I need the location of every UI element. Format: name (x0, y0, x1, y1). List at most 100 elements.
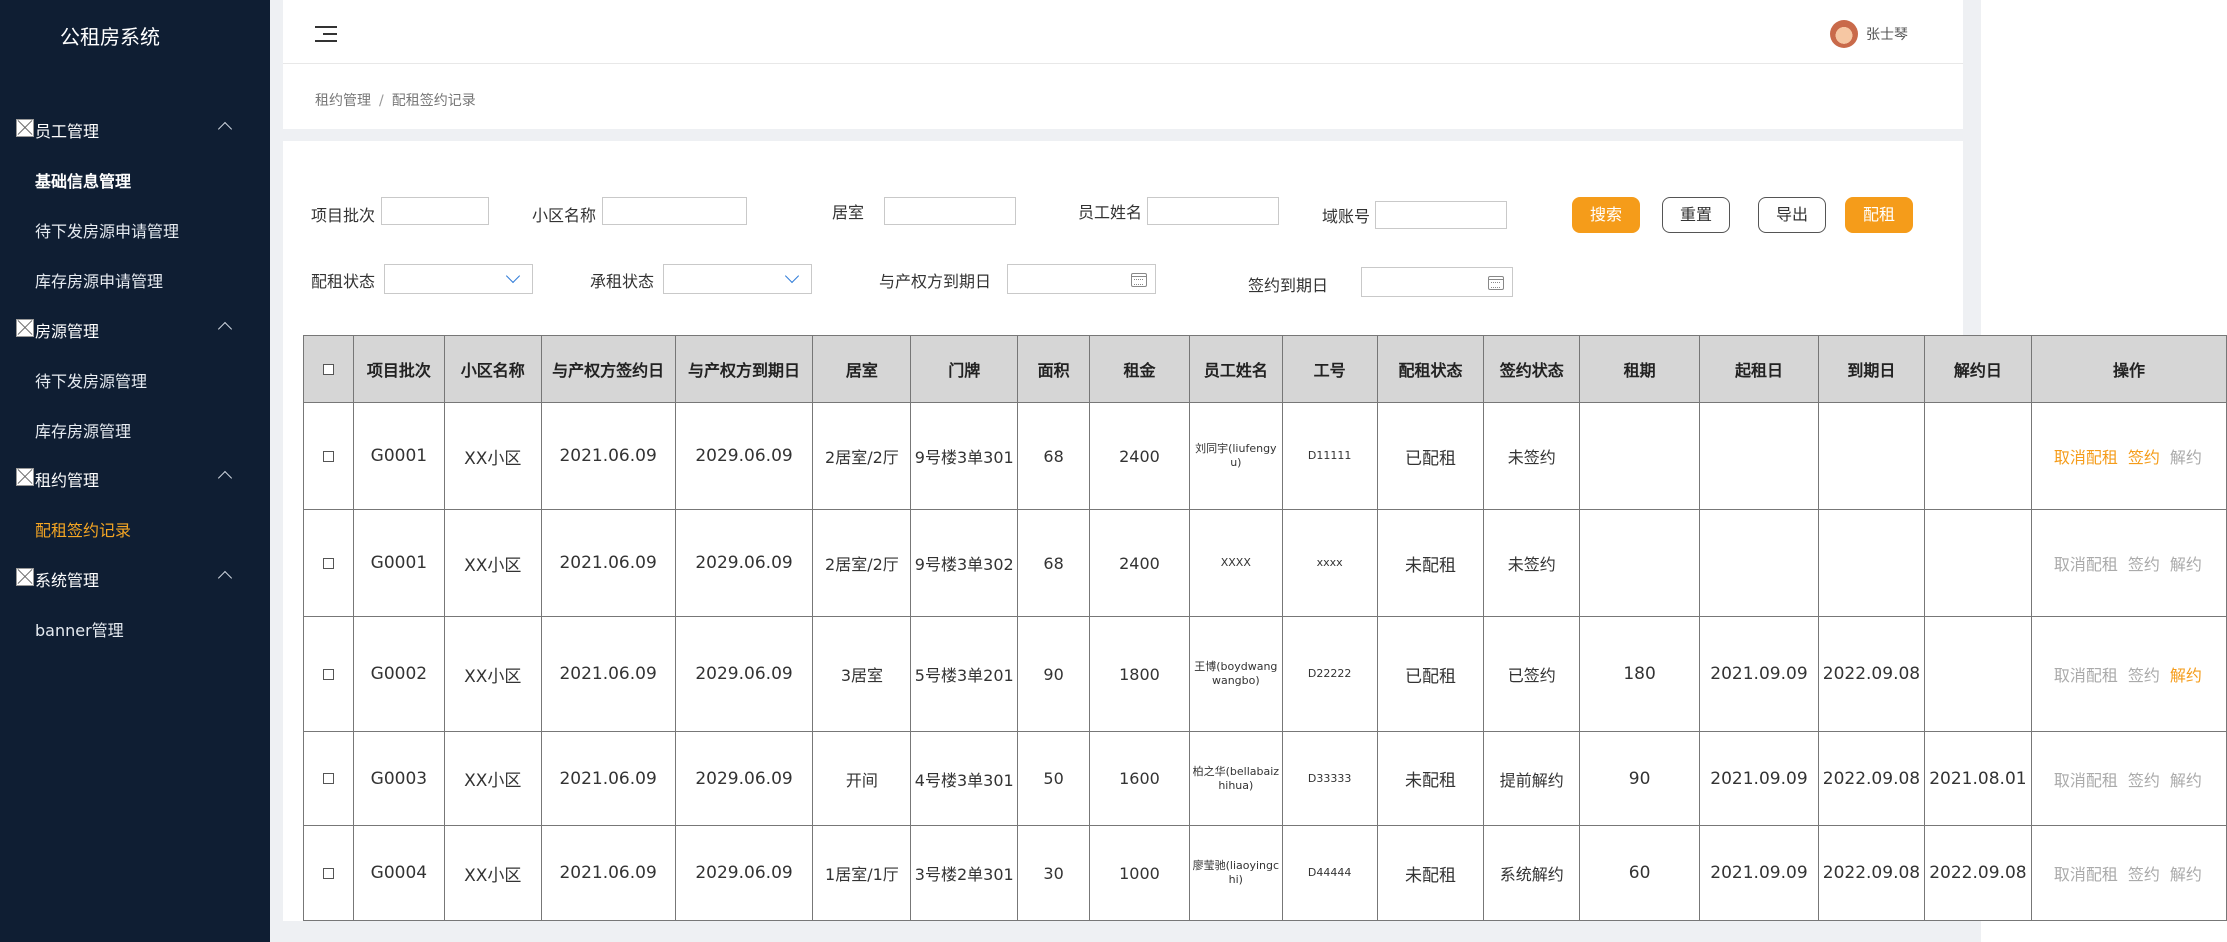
checkbox[interactable] (322, 668, 334, 680)
cancel-allocation-link[interactable]: 取消配租 (2054, 666, 2118, 685)
menu-group-housing[interactable]: 房源管理 (0, 308, 270, 352)
checkbox[interactable] (322, 867, 334, 879)
cell-staff-no: D44444 (1281, 825, 1378, 921)
cell-sign-date: 2021.06.09 (540, 402, 676, 510)
row-select-cell[interactable] (303, 731, 354, 826)
cancel-allocation-link[interactable]: 取消配租 (2054, 865, 2118, 884)
cancel-allocation-link[interactable]: 取消配租 (2054, 448, 2118, 467)
sidebar-item-banner[interactable]: banner管理 (35, 617, 124, 641)
table-row: G0001 XX小区 2021.06.09 2029.06.09 2居室/2厅 9号楼3单… (303, 402, 2227, 510)
sign-link[interactable]: 签约 (2128, 865, 2160, 884)
sidebar-item-lease-records[interactable]: 配租签约记录 (35, 517, 131, 541)
terminate-link[interactable]: 解约 (2170, 771, 2202, 790)
cell-staff-no: D33333 (1281, 731, 1378, 826)
cell-sign-status: 已签约 (1483, 616, 1581, 732)
menu-group-label: 员工管理 (35, 122, 100, 141)
menu-group-system[interactable]: 系统管理 (0, 557, 270, 601)
domain-account-input[interactable] (1375, 201, 1507, 229)
breadcrumb-current: 配租签约记录 (391, 93, 476, 109)
row-select-cell[interactable] (303, 402, 354, 510)
sidebar-item-stock-housing[interactable]: 库存房源管理 (35, 418, 131, 442)
owner-expiry-date-picker[interactable] (1007, 264, 1156, 294)
terminate-link[interactable]: 解约 (2170, 448, 2202, 467)
menu-toggle-icon[interactable] (315, 26, 337, 42)
sign-link[interactable]: 签约 (2128, 448, 2160, 467)
sidebar-item-pending-application[interactable]: 待下发房源申请管理 (35, 218, 179, 242)
batch-label: 项目批次 (311, 206, 376, 225)
terminate-link[interactable]: 解约 (2170, 555, 2202, 574)
cancel-allocation-link[interactable]: 取消配租 (2054, 771, 2118, 790)
row-select-cell[interactable] (303, 616, 354, 732)
menu-group-staff[interactable]: 员工管理 (0, 108, 270, 152)
avatar[interactable] (1830, 20, 1858, 48)
column-header: 门牌 (910, 335, 1019, 403)
cell-door: 5号楼3单201 (910, 616, 1019, 732)
sidebar-item-pending-housing[interactable]: 待下发房源管理 (35, 368, 147, 392)
broken-image-icon (16, 319, 34, 337)
broken-image-icon (16, 119, 34, 137)
cell-term (1579, 509, 1700, 617)
breadcrumb-parent[interactable]: 租约管理 (315, 93, 371, 109)
cell-staff: 柏之华(bellabaizhihua) (1188, 731, 1283, 826)
lease-status-select[interactable] (663, 264, 812, 294)
staff-name-input[interactable] (1147, 197, 1279, 225)
search-button[interactable]: 搜索 (1572, 197, 1640, 233)
column-header: 签约状态 (1483, 335, 1581, 403)
terminate-link[interactable]: 解约 (2170, 666, 2202, 685)
table-row: G0003 XX小区 2021.06.09 2029.06.09 开间 4号楼3单301 5… (303, 731, 2227, 826)
cell-staff-no: D22222 (1281, 616, 1378, 732)
cell-alloc-status: 已配租 (1376, 402, 1485, 510)
menu-group-lease[interactable]: 租约管理 (0, 457, 270, 501)
column-header: 租期 (1579, 335, 1700, 403)
alloc-status-label: 配租状态 (311, 272, 376, 291)
staff-name-label: 员工姓名 (1078, 203, 1143, 222)
row-select-cell[interactable] (303, 825, 354, 921)
community-input[interactable] (602, 197, 747, 225)
calendar-icon (1131, 273, 1147, 287)
checkbox[interactable] (322, 363, 334, 375)
cell-terminate (1923, 616, 2032, 732)
checkbox[interactable] (322, 773, 334, 784)
cell-staff: 廖莹驰(liaoyingchi) (1188, 825, 1283, 921)
reset-button[interactable]: 重置 (1662, 197, 1730, 233)
header-select-all[interactable] (303, 335, 354, 403)
layout-gutter (270, 0, 283, 942)
batch-input[interactable] (381, 197, 489, 225)
cell-sign-date: 2021.06.09 (540, 509, 676, 617)
top-header: 张士琴 (283, 0, 1963, 64)
cell-room: 2居室/2厅 (812, 402, 912, 510)
cell-sign-date: 2021.06.09 (540, 825, 676, 921)
cell-terminate (1923, 509, 2032, 617)
row-select-cell[interactable] (303, 509, 354, 617)
cell-sign-status: 系统解约 (1483, 825, 1581, 921)
user-name[interactable]: 张士琴 (1866, 24, 1908, 44)
breadcrumb-separator: / (379, 93, 384, 109)
cell-terminate (1923, 402, 2032, 510)
export-button[interactable]: 导出 (1758, 197, 1826, 233)
sign-link[interactable]: 签约 (2128, 555, 2160, 574)
sign-link[interactable]: 签约 (2128, 771, 2160, 790)
sidebar-item-basic-info[interactable]: 基础信息管理 (35, 168, 131, 192)
sign-link[interactable]: 签约 (2128, 666, 2160, 685)
sign-expiry-date-picker[interactable] (1361, 267, 1513, 297)
layout-divider (283, 129, 1963, 141)
cell-batch: G0001 (352, 402, 445, 510)
table-header-row: 项目批次 小区名称 与产权方签约日 与产权方到期日 居室 门牌 面积 租金 员工… (303, 335, 2227, 403)
cell-rent: 2400 (1089, 402, 1190, 510)
cell-area: 68 (1017, 509, 1091, 617)
column-header: 面积 (1017, 335, 1091, 403)
cell-start: 2021.09.09 (1699, 825, 1819, 921)
menu-group-label: 系统管理 (35, 571, 100, 590)
checkbox[interactable] (322, 450, 334, 462)
alloc-status-select[interactable] (384, 264, 533, 294)
cell-staff: 刘同宇(liufengyu) (1188, 402, 1283, 510)
terminate-link[interactable]: 解约 (2170, 865, 2202, 884)
room-input[interactable] (884, 197, 1016, 225)
allocate-button[interactable]: 配租 (1845, 197, 1913, 233)
chevron-up-icon (217, 321, 233, 337)
checkbox[interactable] (322, 557, 334, 569)
cancel-allocation-link[interactable]: 取消配租 (2054, 555, 2118, 574)
table-row: G0002 XX小区 2021.06.09 2029.06.09 3居室 5号楼3单201… (303, 616, 2227, 732)
sidebar-item-stock-application[interactable]: 库存房源申请管理 (35, 268, 163, 292)
column-header: 操作 (2030, 335, 2227, 403)
